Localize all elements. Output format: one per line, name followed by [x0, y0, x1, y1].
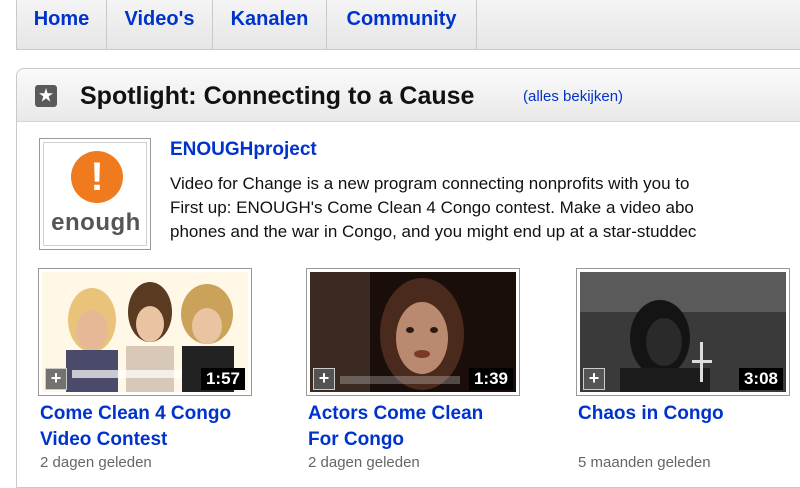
video-title-link[interactable]: Chaos in Congo [578, 401, 800, 427]
description-line: phones and the war in Congo, and you mig… [170, 222, 697, 241]
spotlight-icon [35, 85, 57, 107]
video-thumbnail[interactable]: + 1:39 [306, 268, 520, 396]
tab-community[interactable]: Community [327, 0, 477, 49]
tab-channels[interactable]: Kanalen [213, 0, 327, 49]
top-nav: Home Video's Kanalen Community [0, 0, 800, 50]
description-line: Video for Change is a new program connec… [170, 174, 690, 193]
video-card: + 1:57 Come Clean 4 Congo Video Contest … [38, 268, 258, 480]
video-date: 2 dagen geleden [40, 454, 152, 471]
channel-description: Video for Change is a new program connec… [170, 172, 800, 244]
video-title-line: Come Clean 4 Congo [40, 403, 232, 424]
logo-text: enough [51, 209, 141, 236]
video-title-line: Video Contest [40, 429, 168, 450]
video-title-line: Actors Come Clean [308, 403, 484, 424]
channel-name-link[interactable]: ENOUGHproject [170, 139, 317, 161]
video-date: 2 dagen geleden [308, 454, 420, 471]
nav-bar: Home Video's Kanalen Community [16, 0, 800, 50]
video-title-line: For Congo [308, 429, 405, 450]
video-duration: 1:39 [468, 368, 513, 390]
video-date: 5 maanden geleden [578, 454, 711, 471]
video-title-link[interactable]: Come Clean 4 Congo Video Contest [40, 401, 270, 453]
video-duration: 1:57 [200, 368, 245, 390]
video-card: + 3:08 Chaos in Congo 5 maanden geleden [576, 268, 796, 480]
tab-home[interactable]: Home [17, 0, 107, 49]
video-card: + 1:39 Actors Come Clean For Congo 2 dag… [306, 268, 526, 480]
video-title-link[interactable]: Actors Come Clean For Congo [308, 401, 538, 453]
video-thumbnail[interactable]: + 3:08 [576, 268, 790, 396]
view-all-link[interactable]: (alles bekijken) [523, 88, 623, 105]
add-to-queue-icon[interactable]: + [583, 368, 605, 390]
exclamation-icon: ! [71, 151, 123, 203]
channel-logo-inner: ! enough [43, 142, 147, 246]
add-to-queue-icon[interactable]: + [313, 368, 335, 390]
tab-videos[interactable]: Video's [107, 0, 213, 49]
spotlight-title: Spotlight: Connecting to a Cause [80, 82, 475, 110]
video-thumbnail[interactable]: + 1:57 [38, 268, 252, 396]
description-line: First up: ENOUGH's Come Clean 4 Congo co… [170, 198, 694, 217]
video-title-line: Chaos in Congo [578, 403, 724, 424]
video-duration: 3:08 [738, 368, 783, 390]
spotlight-header: Spotlight: Connecting to a Cause (alles … [17, 69, 800, 122]
channel-logo[interactable]: ! enough [39, 138, 151, 250]
add-to-queue-icon[interactable]: + [45, 368, 67, 390]
